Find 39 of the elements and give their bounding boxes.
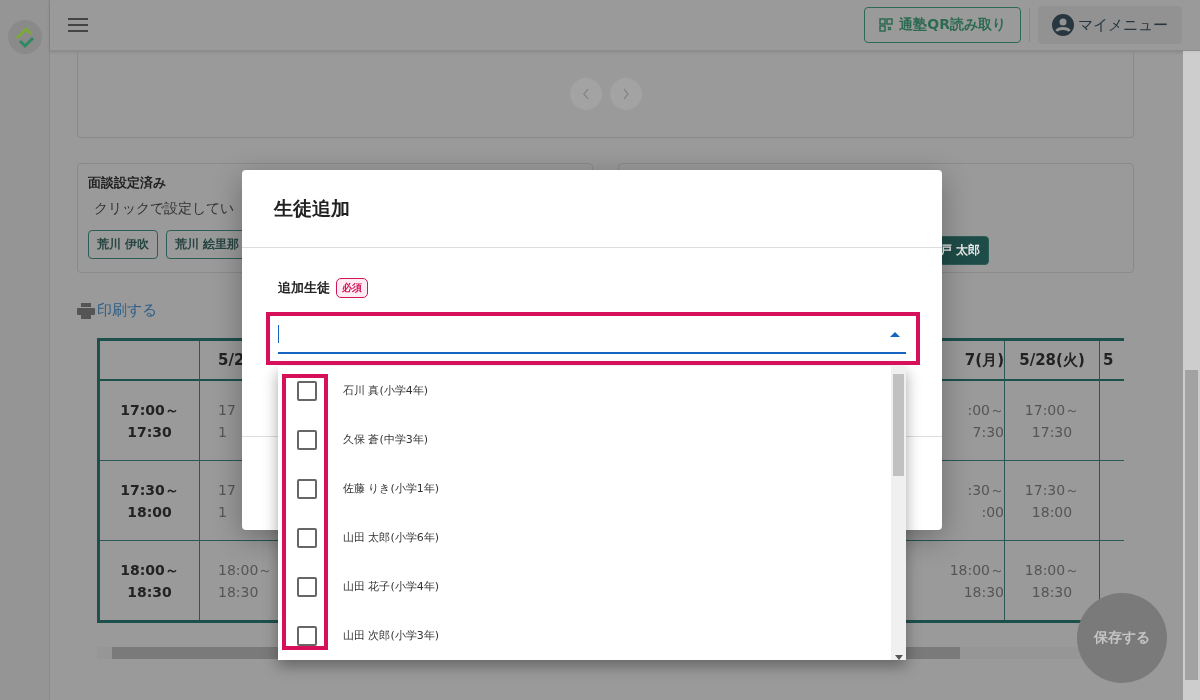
user-icon	[1052, 14, 1074, 36]
column-header: 5/28(火)	[1005, 341, 1100, 381]
vertical-scrollbar[interactable]	[1183, 51, 1200, 700]
checkbox[interactable]	[297, 380, 317, 401]
schedule-cell: 17:00～ 17:30	[1005, 381, 1100, 461]
logo-icon	[7, 20, 42, 54]
dialog-title: 生徒追加	[242, 170, 942, 248]
option-label: 山田 次郎(小学3年)	[343, 628, 440, 643]
checkbox[interactable]	[297, 478, 317, 499]
checkbox[interactable]	[297, 576, 317, 597]
chevron-left-icon	[581, 88, 590, 100]
chevron-right-icon	[621, 88, 630, 100]
panel-hint: クリックで設定してい	[94, 200, 234, 218]
field-label: 追加生徒	[278, 279, 330, 297]
checkbox[interactable]	[297, 527, 317, 548]
schedule-cell: 17:30～ 18:00	[1005, 461, 1100, 541]
panel-title: 面談設定済み	[88, 174, 167, 192]
checkbox[interactable]	[297, 429, 317, 450]
time-slot-cell: 17:30～ 18:00	[100, 461, 200, 541]
printer-icon	[77, 302, 95, 319]
caret-up-icon	[890, 331, 900, 337]
option-label: 佐藤 りき(小学1年)	[343, 481, 440, 496]
student-option[interactable]: 久保 蒼(中学3年)	[278, 415, 891, 464]
student-option[interactable]: 佐藤 りき(小学1年)	[278, 464, 891, 513]
option-label: 石川 真(小学4年)	[343, 383, 429, 398]
column-header: 5	[1100, 341, 1124, 381]
time-slot-cell: 17:00～ 17:30	[100, 381, 200, 461]
scroll-down-icon	[894, 655, 903, 660]
student-option[interactable]: 山田 花子(小学4年)	[278, 562, 891, 611]
student-chip[interactable]: 荒川 伊吹	[88, 230, 159, 259]
option-label: 山田 花子(小学4年)	[343, 579, 440, 594]
menu-icon[interactable]	[68, 18, 88, 32]
option-label: 久保 蒼(中学3年)	[343, 432, 429, 447]
qr-icon	[879, 18, 894, 32]
list-scrollbar[interactable]	[891, 366, 906, 660]
my-menu-button[interactable]: マイメニュー	[1038, 6, 1182, 44]
time-slot-cell: 18:00～ 18:30	[100, 541, 200, 620]
checkbox[interactable]	[297, 625, 317, 646]
required-badge: 必須	[336, 278, 368, 298]
